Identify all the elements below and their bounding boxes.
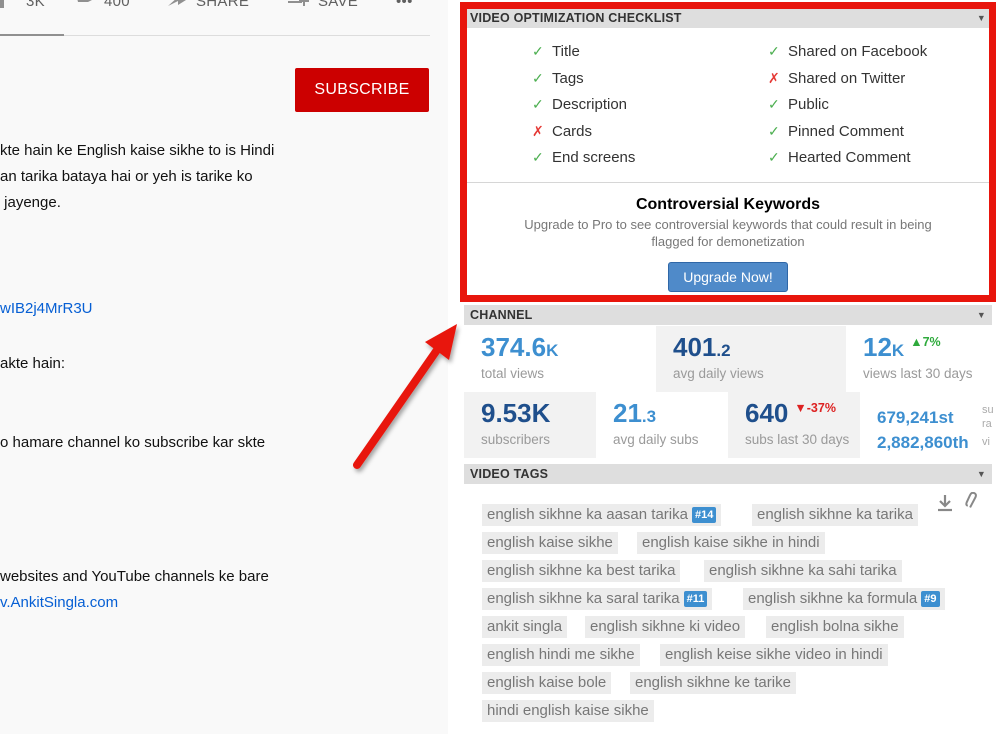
- video-tag-label: english sikhne ka best tarika: [487, 562, 676, 579]
- video-tag[interactable]: english sikhne ka best tarika: [482, 560, 681, 582]
- share-arrow-icon: [168, 0, 186, 6]
- video-tag-label: english sikhne ke tarike: [635, 674, 791, 691]
- video-tag-label: english sikhne ka saral tarika: [487, 590, 680, 607]
- subscribers-label: subscribers: [481, 432, 551, 447]
- thumbs-up-icon: [0, 0, 4, 8]
- video-tag[interactable]: english sikhne ka sahi tarika: [704, 560, 902, 582]
- stat-subs-last-30: 640 ▼-37% subs last 30 days: [728, 392, 860, 458]
- video-tag[interactable]: hindi english kaise sikhe: [482, 700, 654, 722]
- red-pointer-arrow: [353, 324, 457, 469]
- stat-subscribers: 9.53K subscribers: [464, 392, 596, 458]
- like-ratio-bar: [0, 34, 64, 36]
- subscribe-button[interactable]: SUBSCRIBE: [295, 68, 429, 112]
- video-tag[interactable]: english bolna sikhe: [766, 616, 904, 638]
- total-views-value: 374.6K: [481, 332, 559, 362]
- video-tag-label: hindi english kaise sikhe: [487, 702, 649, 719]
- video-tags-title: VIDEO TAGS: [470, 467, 549, 481]
- video-tag-label: english sikhne ka formula: [748, 590, 918, 607]
- collapse-caret-icon[interactable]: ▼: [977, 305, 986, 325]
- subs-change-badge: ▼-37%: [794, 401, 836, 415]
- share-label: SHARE: [196, 0, 250, 10]
- rank-label: vi: [982, 436, 990, 448]
- stat-ranks: 679,241st 2,882,860th su ra vi: [860, 392, 994, 458]
- description-line: websites and YouTube channels ke bare: [0, 568, 269, 585]
- video-tags-header[interactable]: VIDEO TAGS ▼: [464, 464, 992, 484]
- video-tag[interactable]: english kaise sikhe: [482, 532, 618, 554]
- video-tag-label: english bolna sikhe: [771, 618, 899, 635]
- video-tag-label: english sikhne ka tarika: [757, 506, 913, 523]
- video-tag[interactable]: english sikhne ka saral tarika #11: [482, 588, 713, 610]
- tag-rank-badge: #9: [921, 591, 940, 607]
- description-link[interactable]: v.AnkitSingla.com: [0, 590, 118, 616]
- video-tag[interactable]: ankit singla: [482, 616, 568, 638]
- video-tag-label: english hindi me sikhe: [487, 646, 635, 663]
- video-tag-label: english sikhne ki video: [590, 618, 741, 635]
- video-tag[interactable]: english sikhne ki video: [585, 616, 746, 638]
- video-tag[interactable]: english sikhne ka aasan tarika #14: [482, 504, 722, 526]
- share-button[interactable]: SHARE: [166, 0, 249, 11]
- rank-label: su: [982, 404, 994, 416]
- video-tag-label: ankit singla: [487, 618, 563, 635]
- avg-daily-views-label: avg daily views: [673, 366, 764, 381]
- highlight-box: [460, 2, 996, 302]
- dislike-button[interactable]: 400: [74, 0, 130, 11]
- video-tag-label: english keise sikhe video in hindi: [665, 646, 883, 663]
- save-button[interactable]: SAVE: [288, 0, 358, 11]
- download-icon[interactable]: [937, 494, 953, 512]
- views-rank: 2,882,860th: [877, 433, 969, 452]
- description-line: an tarika bataya hai or yeh is tarike ko: [0, 168, 253, 185]
- avg-daily-subs-value: 21.3: [613, 398, 657, 428]
- description-link[interactable]: wIB2j4MrR3U: [0, 296, 93, 322]
- video-tag[interactable]: english keise sikhe video in hindi: [660, 644, 888, 666]
- views-30-label: views last 30 days: [863, 366, 973, 381]
- video-tag[interactable]: english hindi me sikhe: [482, 644, 640, 666]
- subscribers-value: 9.53K: [481, 398, 551, 428]
- more-actions-button[interactable]: •••: [396, 0, 413, 11]
- views-30-value: 12K ▲7%: [863, 332, 941, 362]
- video-tag[interactable]: english sikhne ka formula #9: [743, 588, 945, 610]
- subs-30-label: subs last 30 days: [745, 432, 850, 447]
- video-tag[interactable]: english sikhne ka tarika: [752, 504, 918, 526]
- rank-label: ra: [982, 418, 992, 430]
- description-line: jayenge.: [0, 194, 61, 211]
- tag-rank-badge: #11: [683, 591, 708, 607]
- channel-header[interactable]: CHANNEL ▼: [464, 305, 992, 325]
- video-tag-label: english kaise sikhe: [487, 534, 613, 551]
- subscriber-rank: 679,241st: [877, 408, 954, 427]
- video-tag[interactable]: english kaise bole: [482, 672, 612, 694]
- views-change-badge: ▲7%: [910, 335, 941, 349]
- more-icon: •••: [396, 0, 413, 10]
- tag-rank-badge: #14: [691, 507, 717, 523]
- video-tag[interactable]: english sikhne ke tarike: [630, 672, 796, 694]
- description-line: o hamare channel ko subscribe kar skte: [0, 434, 266, 451]
- dislike-count: 400: [104, 0, 130, 10]
- playlist-add-icon: [288, 0, 309, 6]
- like-count: 3K: [26, 0, 45, 10]
- description-line: akte hain:: [0, 355, 66, 372]
- stat-total-views: 374.6K total views: [464, 326, 656, 392]
- stat-views-last-30: 12K ▲7% views last 30 days: [846, 326, 992, 392]
- stat-avg-daily-subs: 21.3 avg daily subs: [596, 392, 728, 458]
- channel-title: CHANNEL: [470, 308, 533, 322]
- video-tag-label: english sikhne ka sahi tarika: [709, 562, 897, 579]
- paperclip-icon[interactable]: [965, 492, 979, 510]
- save-label: SAVE: [318, 0, 359, 10]
- stat-avg-daily-views: 401.2 avg daily views: [656, 326, 846, 392]
- like-button[interactable]: 3K: [0, 0, 45, 11]
- video-tag-label: english kaise sikhe in hindi: [642, 534, 820, 551]
- avg-daily-views-value: 401.2: [673, 332, 731, 362]
- video-action-bar: 3K 400 SHARE SAVE •••: [0, 0, 430, 36]
- subs-30-value: 640 ▼-37%: [745, 398, 836, 428]
- video-tag-label: english kaise bole: [487, 674, 607, 691]
- collapse-caret-icon[interactable]: ▼: [977, 464, 986, 484]
- video-tag[interactable]: english kaise sikhe in hindi: [637, 532, 825, 554]
- thumbs-down-icon: [77, 0, 92, 2]
- description-line: kte hain ke English kaise sikhe to is Hi…: [0, 142, 275, 159]
- video-tag-label: english sikhne ka aasan tarika: [487, 506, 688, 523]
- avg-daily-subs-label: avg daily subs: [613, 432, 699, 447]
- total-views-label: total views: [481, 366, 545, 381]
